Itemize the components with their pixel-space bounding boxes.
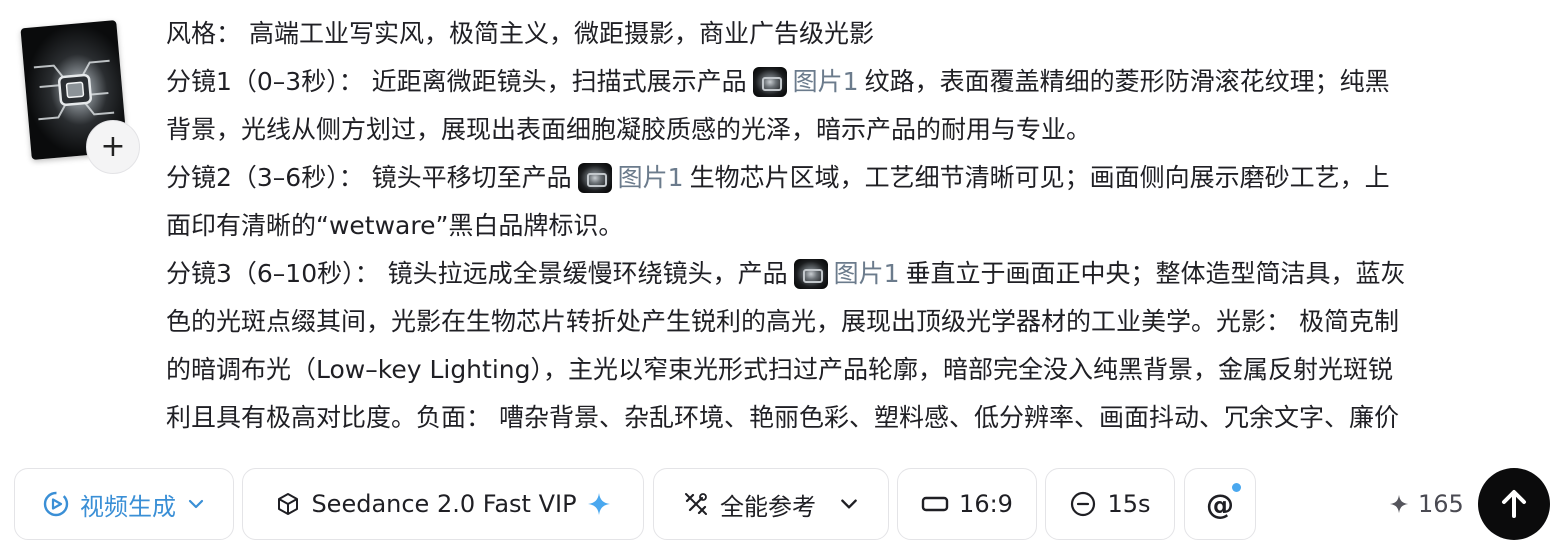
duration-label: 15s <box>1107 490 1151 518</box>
sparkle-icon <box>1389 494 1409 514</box>
prompt-line: 分镜2（3–6秒）： 镜头平移切至产品 图片1 生物芯片区域，工艺细节清晰可见；… <box>166 154 1556 202</box>
image-ref-icon <box>793 259 828 289</box>
prompt-line: 分镜1（0–3秒）： 近距离微距镜头，扫描式展示产品 图片1 纹路，表面覆盖精细… <box>166 58 1556 106</box>
prompt-text[interactable]: 风格： 高端工业写实风，极简主义，微距摄影，商业广告级光影 分镜1（0–3秒）：… <box>166 10 1556 442</box>
prompt-line: 面印有清晰的“wetware”黑白品牌标识。 <box>166 211 624 240</box>
image-reference-chip[interactable]: 图片1 <box>577 154 684 202</box>
add-reference-button[interactable]: + <box>86 120 140 174</box>
prompt-line: 分镜3（6–10秒）： 镜头拉远成全景缓慢环绕镜头，产品 图片1 垂直立于画面正… <box>166 250 1556 298</box>
video-generate-icon <box>43 491 69 517</box>
at-icon: @ <box>1206 487 1234 521</box>
timer-icon <box>1071 491 1096 517</box>
plus-icon: + <box>100 129 126 164</box>
sparkle-icon <box>587 493 610 515</box>
reference-mode-label: 全能参考 <box>720 492 816 521</box>
image-reference-chip[interactable]: 图片1 <box>793 250 899 298</box>
duration-selector[interactable]: 15s <box>1045 468 1175 540</box>
arrow-up-icon <box>1502 490 1526 518</box>
prompt-line: 背景，光线从侧方划过，展现出表面细胞凝胶质感的光泽，暗示产品的耐用与专业。 <box>166 115 1092 144</box>
notification-dot <box>1232 483 1241 492</box>
aspect-ratio-selector[interactable]: 16:9 <box>897 468 1037 540</box>
prompt-line: 利且具有极高对比度。负面： 嘈杂背景、杂乱环境、艳丽色彩、塑料感、低分辨率、画面… <box>166 403 1399 432</box>
mode-selector[interactable]: 视频生成 <box>14 468 234 540</box>
model-label: Seedance 2.0 Fast VIP <box>311 490 577 518</box>
link-edit-icon <box>685 493 707 515</box>
image-reference-chip[interactable]: 图片1 <box>752 58 859 106</box>
prompt-line: 风格： 高端工业写实风，极简主义，微距摄影，商业广告级光影 <box>166 19 874 48</box>
credits-indicator: 165 <box>1388 468 1464 540</box>
credits-count: 165 <box>1418 490 1464 518</box>
mode-label: 视频生成 <box>80 492 176 521</box>
image-ref-icon <box>752 67 787 97</box>
reference-thumbnail-area: + <box>20 20 144 174</box>
reference-mode-selector[interactable]: 全能参考 <box>653 468 889 540</box>
mention-button[interactable]: @ <box>1184 468 1256 540</box>
cube-icon <box>278 493 299 515</box>
image-ref-icon <box>577 163 612 193</box>
prompt-line: 的暗调布光（Low–key Lighting），主光以窄束光形式扫过产品轮廓，暗… <box>166 355 1393 384</box>
prompt-composer: + 风格： 高端工业写实风，极简主义，微距摄影，商业广告级光影 分镜1（0–3秒… <box>0 0 1568 560</box>
send-button[interactable] <box>1478 468 1550 540</box>
chevron-down-icon <box>841 499 857 509</box>
model-selector[interactable]: Seedance 2.0 Fast VIP <box>242 468 644 540</box>
aspect-ratio-icon <box>921 496 949 512</box>
prompt-line: 色的光斑点缀其间，光影在生物芯片转折处产生锐利的高光，展现出顶级光学器材的工业美… <box>166 307 1399 336</box>
chevron-down-icon <box>188 499 204 509</box>
aspect-ratio-label: 16:9 <box>959 490 1013 518</box>
